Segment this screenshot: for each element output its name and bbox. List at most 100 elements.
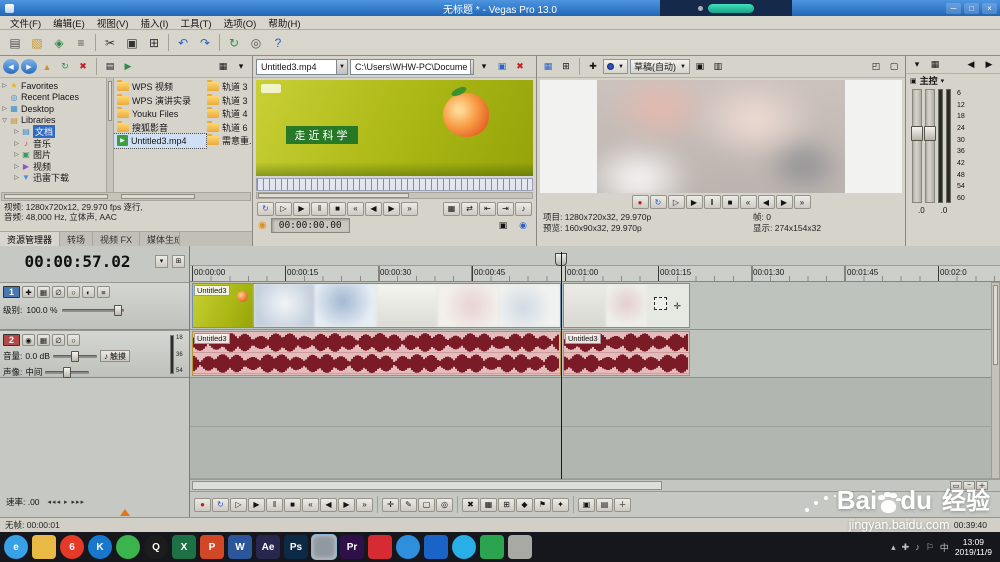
file-item[interactable]: 搜狐影音: [114, 120, 206, 135]
taskbar-app-gray[interactable]: [508, 535, 532, 559]
menu-view[interactable]: 视图(V): [91, 16, 135, 30]
audio-clip-2[interactable]: Untitled3: [563, 331, 690, 376]
file-item-selected[interactable]: ▶ Untitled3.mp4: [113, 133, 207, 149]
play-icon[interactable]: ▶: [685, 195, 703, 209]
taskbar-app-premiere[interactable]: Pr: [340, 535, 364, 559]
audio-clip-1[interactable]: Untitled3: [192, 331, 561, 376]
stop-icon[interactable]: ■: [329, 201, 346, 216]
tray-expand-icon[interactable]: ▴: [891, 542, 896, 553]
menu-help[interactable]: 帮助(H): [262, 16, 306, 30]
track-header-video[interactable]: 1 ✚ ▦ ∅ ○ ◐ ≡ 级别: 100.0 %: [0, 282, 189, 330]
audio-track-lane[interactable]: Untitled3 Untitled3: [190, 330, 1000, 378]
volume-slider[interactable]: [52, 350, 97, 362]
file-item[interactable]: WPS 视频: [114, 80, 206, 94]
track-number-badge[interactable]: 1: [3, 286, 20, 298]
new-project-icon[interactable]: ▤: [4, 33, 26, 53]
video-clip-2[interactable]: ✛: [563, 283, 690, 328]
zoom-edit-icon[interactable]: ◎: [436, 497, 453, 512]
tab-video-fx[interactable]: 视频 FX: [93, 232, 141, 246]
master-fader-left[interactable]: [911, 89, 923, 203]
track-number-badge[interactable]: 2: [3, 334, 20, 346]
empty-track-lane[interactable]: [190, 427, 1000, 479]
taskbar-app-aftereffects[interactable]: Ae: [256, 535, 280, 559]
bin-item[interactable]: 需意重...: [206, 134, 252, 148]
scroll-thumb[interactable]: [192, 481, 662, 490]
compositing-icon[interactable]: ✚: [22, 286, 35, 298]
play-from-start-icon[interactable]: ▷: [275, 201, 292, 216]
fader-handle[interactable]: [911, 126, 923, 141]
file-item[interactable]: WPS 演讲实录: [114, 93, 206, 108]
event-tool-icon[interactable]: ✦: [552, 497, 569, 512]
grid-overlay-icon[interactable]: ▣: [692, 59, 708, 74]
taskbar-app-shield[interactable]: [480, 535, 504, 559]
media-start-icon[interactable]: ▶: [120, 59, 136, 74]
paste-icon[interactable]: ⊞: [143, 33, 165, 53]
tree-scrollbar[interactable]: [106, 78, 114, 192]
loop-icon[interactable]: ↻: [212, 497, 229, 512]
trim-end-icon[interactable]: ⇥: [497, 201, 514, 216]
taskbar-app-360[interactable]: 6: [60, 535, 84, 559]
explorer-hscrollbar[interactable]: [1, 192, 251, 201]
trimmer-scrollbar[interactable]: [256, 192, 533, 199]
taskbar-app-red[interactable]: [368, 535, 392, 559]
next-bus-icon[interactable]: ▶: [981, 57, 997, 72]
go-to-end-icon[interactable]: »: [401, 201, 418, 216]
track-fx-icon[interactable]: ▦: [37, 286, 50, 298]
swap-icon[interactable]: ⇄: [461, 201, 478, 216]
tab-explorer[interactable]: 资源管理器: [0, 232, 61, 246]
add-track-icon[interactable]: ＋: [614, 497, 631, 512]
play-from-start-icon[interactable]: ▷: [230, 497, 247, 512]
tree-item-desktop[interactable]: ▷ ▦ Desktop: [0, 103, 106, 115]
pan-slider[interactable]: [45, 366, 90, 378]
up-folder-icon[interactable]: ▲: [39, 59, 55, 74]
mute-icon[interactable]: ∅: [52, 334, 65, 346]
tab-media-generators[interactable]: 媒体生成: [140, 232, 181, 246]
properties-icon[interactable]: ▾: [909, 57, 925, 72]
bin-item[interactable]: 轨道 6: [206, 120, 252, 135]
solo-icon[interactable]: ○: [67, 334, 80, 346]
pause-icon[interactable]: ‖: [266, 497, 283, 512]
trimmer-timecode[interactable]: 00:00:00.00: [270, 218, 350, 233]
clip-select[interactable]: Untitled3.mp4 ▼: [256, 58, 348, 75]
step-forward-icon[interactable]: ▶: [775, 195, 793, 209]
taskbar-app-photoshop[interactable]: Ps: [284, 535, 308, 559]
level-slider[interactable]: [61, 304, 124, 316]
bin-item[interactable]: 轨道 4: [206, 107, 252, 121]
forward-icon[interactable]: ▶: [21, 59, 37, 74]
go-to-end-icon[interactable]: »: [356, 497, 373, 512]
normal-edit-icon[interactable]: ✛: [382, 497, 399, 512]
rate-marker-icon[interactable]: [120, 509, 130, 516]
menu-tools[interactable]: 工具(T): [174, 16, 217, 30]
fader-handle[interactable]: [924, 126, 936, 141]
taskbar-app-word[interactable]: W: [228, 535, 252, 559]
close-button[interactable]: ×: [982, 2, 997, 14]
meters-icon[interactable]: ▦: [927, 57, 943, 72]
taskbar-app-powerpoint[interactable]: P: [200, 535, 224, 559]
step-back-icon[interactable]: ◀: [320, 497, 337, 512]
tray-network-icon[interactable]: ⚐: [926, 542, 934, 553]
save-trim-icon[interactable]: ▣: [494, 59, 510, 74]
menu-options[interactable]: 选项(O): [218, 16, 263, 30]
trimmer-ruler[interactable]: [256, 178, 533, 191]
preview-quality-select[interactable]: 草稿(自动) ▼: [629, 59, 690, 74]
stop-icon[interactable]: ■: [284, 497, 301, 512]
tree-item-music[interactable]: ▷ ♪ 音乐: [0, 138, 106, 150]
automation-icon[interactable]: ◐: [82, 286, 95, 298]
audio-icon[interactable]: ♪: [515, 201, 532, 216]
tray-ime-icon[interactable]: 中: [940, 541, 949, 554]
preview-video[interactable]: [540, 80, 902, 193]
monitor-icon[interactable]: ▦: [540, 59, 556, 74]
trimmer-video[interactable]: 走近科学: [256, 80, 533, 176]
help-icon[interactable]: ?: [267, 33, 289, 53]
video-track-lane[interactable]: Untitled3 ✛: [190, 282, 1000, 330]
bin-item[interactable]: 轨道 3: [206, 80, 252, 94]
mixer-icon[interactable]: ▣: [578, 497, 595, 512]
tree-item-favorites[interactable]: ▷ ★ Favorites: [0, 80, 106, 92]
tab-transitions[interactable]: 转场: [60, 232, 94, 246]
stop-icon[interactable]: ■: [721, 195, 739, 209]
trim-start-icon[interactable]: ⇤: [479, 201, 496, 216]
plugin-icon[interactable]: ▤: [596, 497, 613, 512]
solo-icon[interactable]: ○: [67, 286, 80, 298]
track-fx-icon[interactable]: ▦: [37, 334, 50, 346]
marker-bar[interactable]: [190, 246, 1000, 266]
